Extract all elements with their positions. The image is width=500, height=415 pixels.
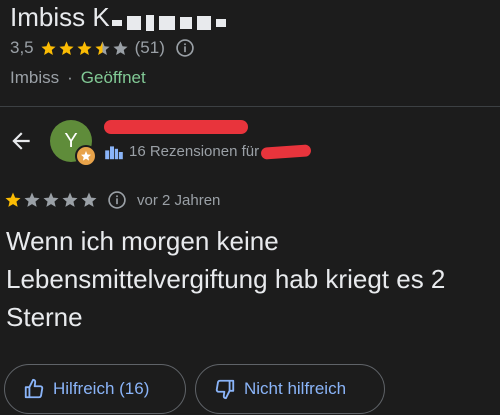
author-name-redaction xyxy=(104,120,248,134)
category-label: Imbiss xyxy=(10,68,60,87)
info-icon[interactable] xyxy=(107,190,127,210)
helpful-button[interactable]: Hilfreich (16) xyxy=(4,364,186,414)
place-title-text: Imbiss K xyxy=(10,2,110,32)
review-text: Wenn ich morgen keine Lebensmittelvergif… xyxy=(6,226,446,332)
star-empty-icon xyxy=(43,192,59,207)
info-icon[interactable] xyxy=(175,38,195,58)
location-redaction xyxy=(260,143,312,160)
author-review-count[interactable]: 16 Rezensionen für xyxy=(104,143,312,160)
title-redaction xyxy=(111,15,226,31)
review-stars xyxy=(4,191,99,209)
avatar-initial: Y xyxy=(64,129,78,152)
place-stars xyxy=(40,40,130,57)
thumbs-up-icon xyxy=(24,378,44,399)
star-half-icon xyxy=(95,40,110,55)
thumbs-down-icon xyxy=(215,379,235,400)
separator-dot: · xyxy=(67,68,73,87)
star-empty-icon xyxy=(62,192,78,207)
helpful-label: Hilfreich (16) xyxy=(53,379,150,398)
rating-row[interactable]: 3,5 (51) xyxy=(10,38,195,58)
review-meta: vor 2 Jahren xyxy=(4,190,220,210)
open-status: Geöffnet xyxy=(80,68,146,87)
star-icon xyxy=(77,40,92,55)
rating-value: 3,5 xyxy=(10,38,34,57)
star-empty-icon xyxy=(113,40,128,55)
star-icon xyxy=(41,40,56,55)
not-helpful-label: Nicht hilfreich xyxy=(244,379,347,398)
star-empty-icon xyxy=(24,192,40,207)
star-empty-icon xyxy=(81,192,97,207)
back-arrow-icon[interactable] xyxy=(8,128,34,154)
review-time: vor 2 Jahren xyxy=(137,191,221,209)
star-icon xyxy=(59,40,74,55)
city-icon xyxy=(105,145,123,159)
star-icon xyxy=(5,192,21,207)
author-reviews-text: 16 Rezensionen für xyxy=(129,143,260,160)
local-guide-badge-icon xyxy=(75,145,97,167)
review-count: (51) xyxy=(134,38,165,57)
divider xyxy=(0,106,500,107)
place-title: Imbiss K xyxy=(10,2,226,33)
category-row: Imbiss · Geöffnet xyxy=(10,68,146,88)
not-helpful-button[interactable]: Nicht hilfreich xyxy=(195,364,385,414)
